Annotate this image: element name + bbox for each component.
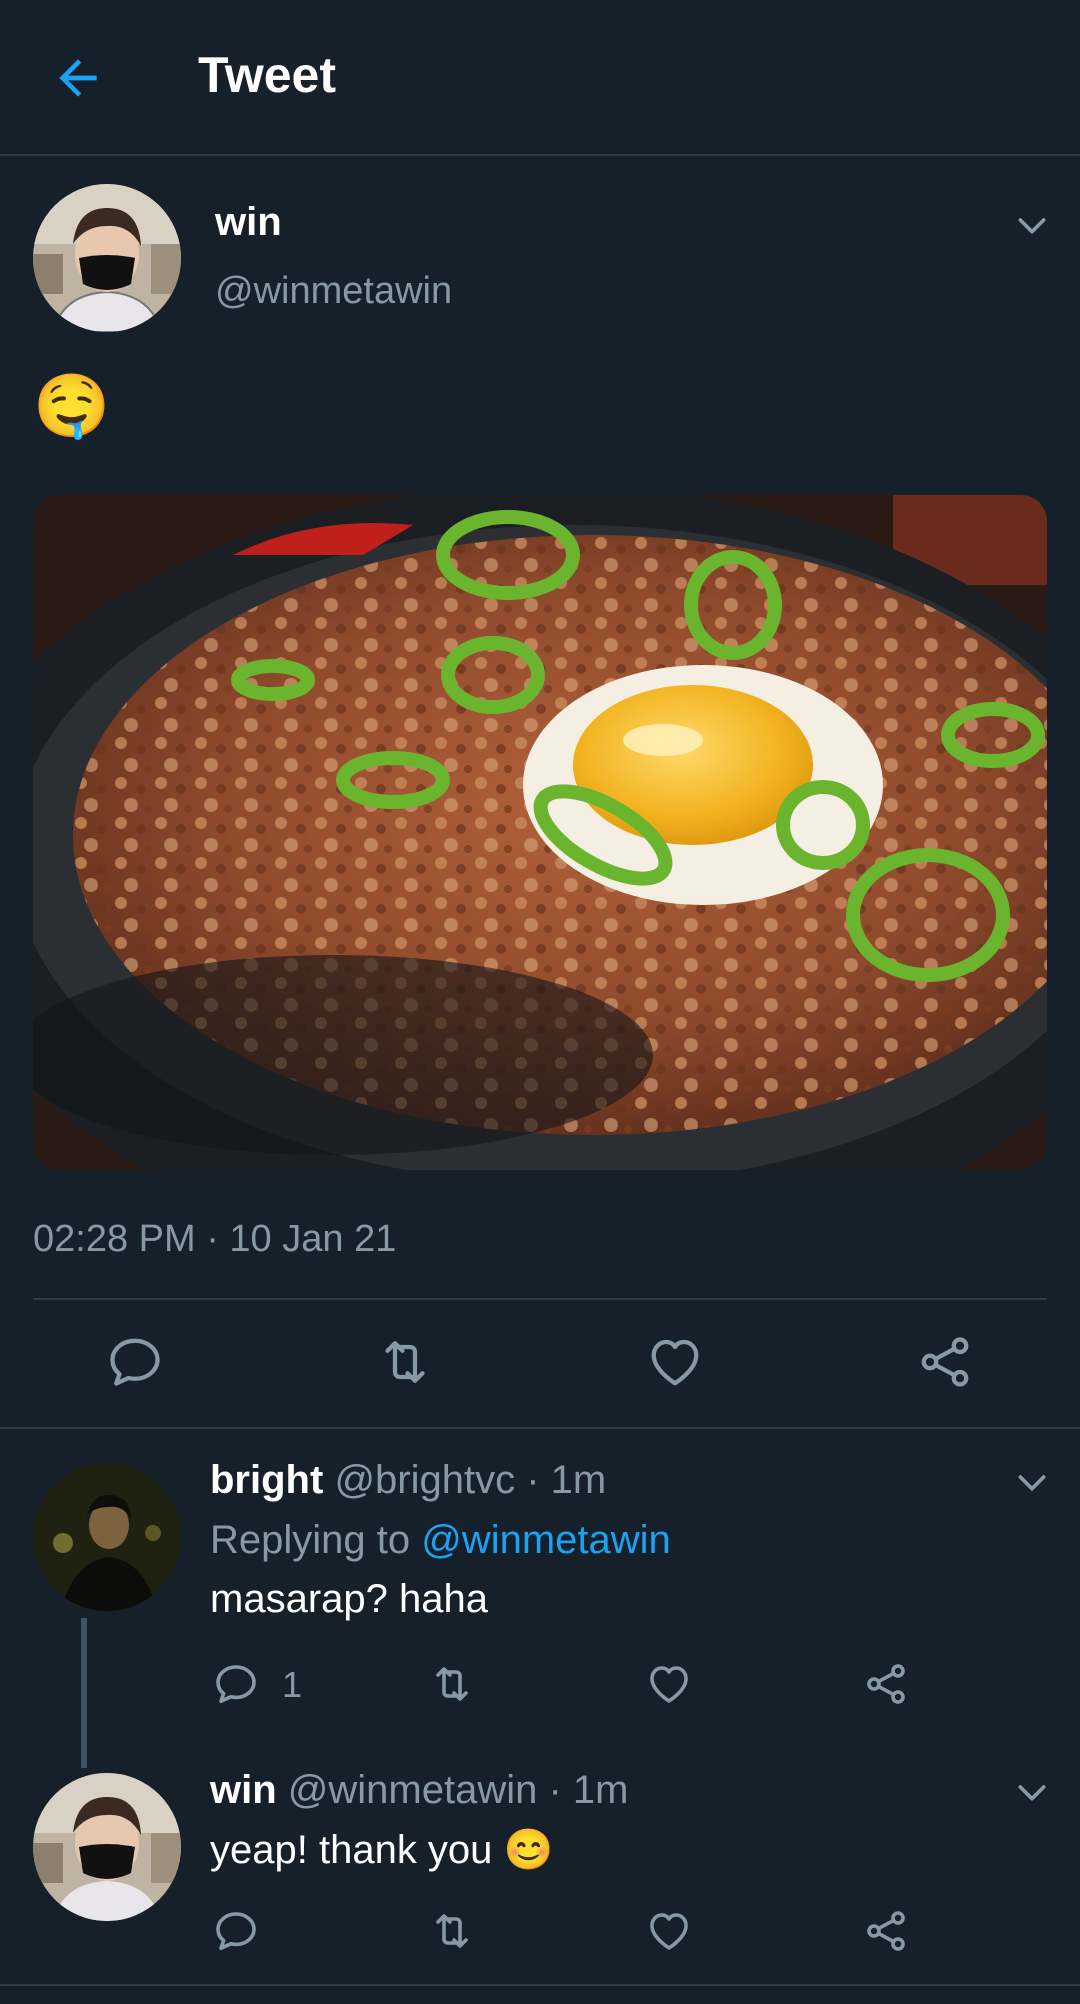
reply-author-name[interactable]: win (210, 1768, 277, 1812)
reply-header: win @winmetawin · 1m (210, 1768, 628, 1813)
tweet-timestamp[interactable]: 02:28 PM · 10 Jan 21 (33, 1218, 396, 1261)
tweet-text: 🤤 (33, 372, 111, 441)
back-arrow-icon[interactable] (50, 50, 106, 106)
reply-icon[interactable] (212, 1660, 260, 1708)
share-icon[interactable] (915, 1332, 975, 1392)
chevron-down-icon[interactable] (1012, 1462, 1052, 1502)
replying-to-label: Replying to (210, 1518, 422, 1562)
divider (0, 1984, 1080, 1986)
avatar[interactable] (33, 184, 181, 332)
like-icon[interactable] (645, 1907, 693, 1955)
tweet-media-image[interactable] (33, 495, 1047, 1170)
reply-text: masarap? haha (210, 1577, 488, 1621)
chevron-down-icon[interactable] (1012, 205, 1052, 245)
share-icon[interactable] (862, 1660, 910, 1708)
reply-header: bright @brightvc · 1m (210, 1458, 606, 1503)
retweet-icon[interactable] (375, 1332, 435, 1392)
reply-author-name[interactable]: bright (210, 1458, 323, 1502)
like-icon[interactable] (645, 1332, 705, 1392)
replying-to-handle[interactable]: @winmetawin (421, 1518, 671, 1562)
divider (0, 1427, 1080, 1429)
reply-count: 1 (282, 1664, 303, 1705)
replying-to: Replying to @winmetawin (210, 1518, 671, 1563)
like-icon[interactable] (645, 1660, 693, 1708)
top-bar: Tweet (0, 0, 1080, 156)
reply-text: yeap! thank you 😊 (210, 1828, 554, 1872)
divider (33, 1298, 1047, 1300)
reply-icon[interactable] (212, 1907, 260, 1955)
thread-line (81, 1618, 87, 1768)
retweet-icon[interactable] (428, 1907, 476, 1955)
page-title: Tweet (198, 47, 336, 103)
chevron-down-icon[interactable] (1012, 1772, 1052, 1812)
author-handle[interactable]: @winmetawin (215, 270, 452, 313)
reply-meta: @brightvc · 1m (334, 1458, 607, 1502)
reply-icon[interactable] (105, 1332, 165, 1392)
reply-meta: @winmetawin · 1m (287, 1768, 629, 1812)
author-name[interactable]: win (215, 200, 282, 245)
reply-avatar[interactable] (33, 1463, 181, 1611)
retweet-icon[interactable] (428, 1660, 476, 1708)
reply-avatar[interactable] (33, 1773, 181, 1921)
share-icon[interactable] (862, 1907, 910, 1955)
